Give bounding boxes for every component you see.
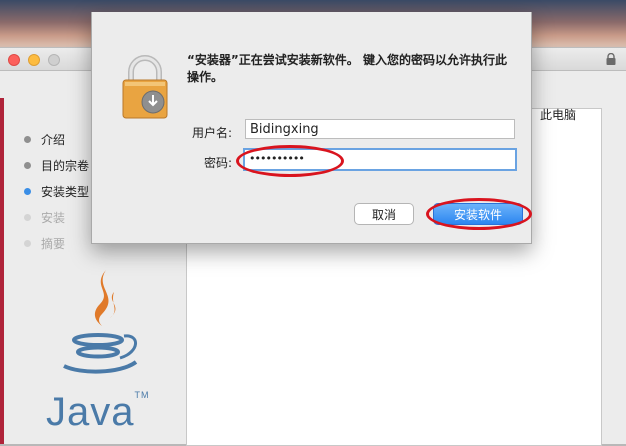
- step-list: 介绍 目的宗卷 安装类型 安装 摘要: [24, 126, 89, 256]
- step-dot: [24, 213, 31, 221]
- step-dot: [24, 135, 31, 143]
- install-annotation-circle: [426, 198, 532, 230]
- step-label: 目的宗卷: [41, 158, 90, 173]
- close-button[interactable]: [8, 54, 20, 66]
- username-field[interactable]: Bidingxing: [245, 119, 515, 139]
- lock-icon: [122, 55, 168, 119]
- password-label: 密码:: [203, 156, 232, 170]
- destination-label: 此电脑: [540, 108, 577, 122]
- trademark: TM: [134, 390, 150, 400]
- step-item-install: 安装: [24, 204, 89, 230]
- dialog-message: “安装器”正在尝试安装新软件。 键入您的密码以允许执行此操作。: [187, 53, 507, 84]
- zoom-button[interactable]: [48, 54, 60, 66]
- step-item-intro: 介绍: [24, 126, 89, 152]
- step-dot-active: [24, 187, 31, 195]
- cancel-button[interactable]: 取消: [354, 203, 414, 225]
- step-item-destination: 目的宗卷: [24, 152, 89, 178]
- java-logo-text: JavaTM: [46, 390, 150, 435]
- step-label: 摘要: [41, 236, 66, 251]
- sidebar-accent: [0, 98, 4, 444]
- step-item-install-type: 安装类型: [24, 178, 89, 204]
- password-annotation-circle: [236, 145, 344, 177]
- step-item-summary: 摘要: [24, 230, 89, 256]
- java-wordmark: Java: [46, 390, 135, 434]
- step-label: 介绍: [41, 132, 66, 147]
- lock-icon: [606, 53, 616, 65]
- step-label: 安装类型: [41, 184, 90, 199]
- step-dot: [24, 239, 31, 247]
- step-label: 安装: [41, 210, 66, 225]
- username-label: 用户名:: [191, 126, 232, 140]
- step-dot: [24, 161, 31, 169]
- minimize-button[interactable]: [28, 54, 40, 66]
